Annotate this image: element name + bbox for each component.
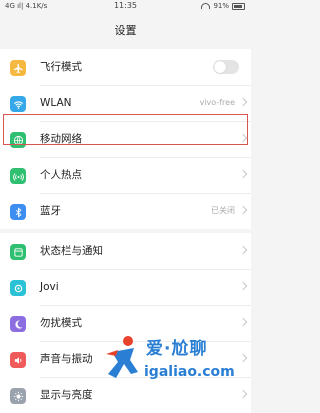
setting-label: 移动网络 <box>40 133 82 145</box>
setting-airplane-mode[interactable]: 飞行模式 <box>0 49 251 85</box>
chevron-right-icon <box>238 353 248 363</box>
moon-icon <box>10 316 26 332</box>
settings-group-system: 状态栏与通知 Jovi 勿扰模式 声音与振动 显示与亮度 <box>0 233 251 413</box>
globe-icon <box>10 132 26 148</box>
setting-label: 显示与亮度 <box>40 389 93 401</box>
chevron-right-icon <box>238 169 248 179</box>
battery-percent: 91% <box>213 2 229 10</box>
setting-status-bar-notifications[interactable]: 状态栏与通知 <box>0 233 251 269</box>
setting-personal-hotspot[interactable]: 个人热点 <box>0 157 251 193</box>
status-right: 91% <box>201 2 245 10</box>
setting-label: 勿扰模式 <box>40 317 82 329</box>
setting-label: 声音与振动 <box>40 353 93 365</box>
brightness-icon <box>10 388 26 404</box>
setting-do-not-disturb[interactable]: 勿扰模式 <box>0 305 251 341</box>
chevron-right-icon <box>238 205 248 215</box>
setting-label: Jovi <box>40 281 59 293</box>
setting-display-brightness[interactable]: 显示与亮度 <box>0 377 251 413</box>
chevron-right-icon <box>238 245 248 255</box>
chevron-right-icon <box>238 317 248 327</box>
page-title: 设置 <box>0 13 251 49</box>
setting-label: WLAN <box>40 97 72 109</box>
airplane-icon <box>10 60 26 76</box>
setting-mobile-network[interactable]: 移动网络 <box>0 121 251 157</box>
wifi-icon <box>10 96 26 112</box>
setting-wlan[interactable]: WLAN vivo-free <box>0 85 251 121</box>
bluetooth-icon <box>10 204 26 220</box>
hotspot-icon <box>10 168 26 184</box>
airplane-mode-toggle[interactable] <box>213 60 239 74</box>
setting-jovi[interactable]: Jovi <box>0 269 251 305</box>
setting-label: 飞行模式 <box>40 61 82 73</box>
setting-bluetooth[interactable]: 蓝牙 已关闭 <box>0 193 251 229</box>
battery-icon <box>232 2 245 10</box>
chevron-right-icon <box>238 281 248 291</box>
setting-sound-vibration[interactable]: 声音与振动 <box>0 341 251 377</box>
notification-icon <box>10 244 26 260</box>
setting-label: 蓝牙 <box>40 205 61 217</box>
jovi-icon <box>10 280 26 296</box>
setting-label: 个人热点 <box>40 169 82 181</box>
chevron-right-icon <box>238 133 248 143</box>
sound-icon <box>10 352 26 368</box>
wifi-status-icon <box>201 3 211 9</box>
chevron-right-icon <box>238 97 248 107</box>
setting-value: 已关闭 <box>211 206 235 215</box>
setting-value: vivo-free <box>199 98 235 107</box>
settings-group-connectivity: 飞行模式 WLAN vivo-free 移动网络 个人热点 蓝牙 已关闭 <box>0 49 251 229</box>
setting-label: 状态栏与通知 <box>40 245 103 257</box>
status-bar: 4G ıl| 4.1K/s 11:35 91% <box>0 0 251 13</box>
chevron-right-icon <box>238 389 248 399</box>
